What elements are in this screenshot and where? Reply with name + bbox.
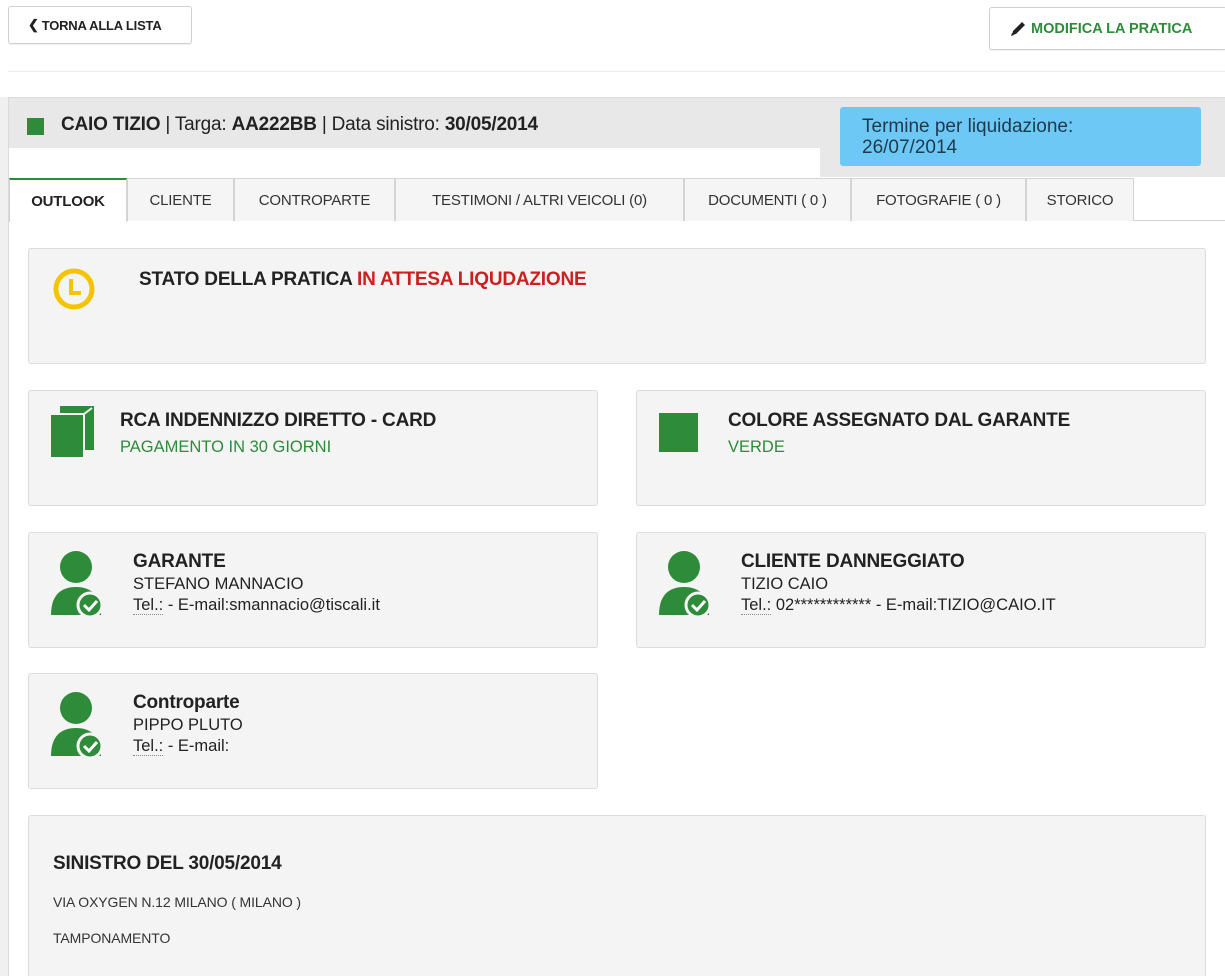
- color-indicator-icon: [27, 118, 44, 135]
- tab-cliente[interactable]: CLIENTE: [127, 178, 234, 221]
- rca-body: RCA INDENNIZZO DIRETTO - CARD PAGAMENTO …: [120, 410, 436, 457]
- user-check-icon: [659, 551, 712, 619]
- deadline-date: 26/07/2014: [862, 137, 958, 158]
- counterparty-card: Controparte PIPPO PLUTO Tel.: - E-mail:: [28, 673, 598, 789]
- back-to-list-label: TORNA ALLA LISTA: [41, 17, 162, 33]
- settlement-deadline-box: Termine per liquidazione: 26/07/2014: [840, 107, 1201, 166]
- tab-bar: OUTLOOK CLIENTE CONTROPARTE TESTIMONI / …: [9, 178, 1225, 222]
- tab-testimoni[interactable]: TESTIMONI / ALTRI VEICOLI (0): [395, 178, 684, 221]
- status-value: IN ATTESA LIQUDAZIONE: [357, 269, 587, 290]
- user-check-icon: [51, 551, 104, 619]
- client-name: TIZIO CAIO: [741, 575, 829, 593]
- deadline-label: Termine per liquidazione:: [862, 116, 1074, 137]
- client-body: CLIENTE DANNEGGIATO TIZIO CAIO Tel.: 02*…: [741, 551, 1056, 615]
- back-to-list-button[interactable]: ❮ TORNA ALLA LISTA: [8, 6, 192, 44]
- square-icon: [659, 413, 698, 452]
- counterparty-name: PIPPO PLUTO: [133, 716, 243, 734]
- damaged-client-card: CLIENTE DANNEGGIATO TIZIO CAIO Tel.: 02*…: [636, 532, 1206, 648]
- accident-address: VIA OXYGEN N.12 MILANO ( MILANO ): [53, 894, 301, 910]
- clock-icon: [53, 268, 95, 310]
- tab-controparte[interactable]: CONTROPARTE: [234, 178, 395, 221]
- guarantor-contact-details: - E-mail:smannacio@tiscali.it: [163, 596, 380, 614]
- guarantor-contact: Tel.: - E-mail:smannacio@tiscali.it: [133, 596, 380, 615]
- accident-type: TAMPONAMENTO: [53, 930, 171, 946]
- claim-summary: CAIO TIZIO | Targa: AA222BB | Data sinis…: [61, 114, 538, 136]
- claim-status-text: STATO DELLA PRATICA IN ATTESA LIQUDAZION…: [139, 269, 587, 291]
- tel-label: Tel.:: [133, 737, 164, 756]
- rca-card: RCA INDENNIZZO DIRETTO - CARD PAGAMENTO …: [28, 390, 598, 506]
- date-label: | Data sinistro:: [316, 114, 445, 135]
- accident-card: SINISTRO DEL 30/05/2014 VIA OXYGEN N.12 …: [28, 815, 1206, 976]
- toolbar-divider: [8, 71, 1225, 72]
- counterparty-title: Controparte: [133, 692, 240, 713]
- edit-claim-label: MODIFICA LA PRATICA: [1031, 20, 1193, 37]
- tel-label: Tel.:: [741, 596, 772, 615]
- rca-subtitle: PAGAMENTO IN 30 GIORNI: [120, 438, 332, 456]
- header-strip: [9, 148, 820, 177]
- tab-fotografie[interactable]: FOTOGRAFIE ( 0 ): [851, 178, 1026, 221]
- tel-label: Tel.:: [133, 596, 164, 615]
- accident-title: SINISTRO DEL 30/05/2014: [53, 853, 282, 874]
- client-contact: Tel.: 02************ - E-mail:TIZIO@CAIO…: [741, 596, 1056, 615]
- client-contact-details: 02************ - E-mail:TIZIO@CAIO.IT: [771, 596, 1056, 614]
- color-value: VERDE: [728, 438, 785, 456]
- guarantor-body: GARANTE STEFANO MANNACIO Tel.: - E-mail:…: [133, 551, 380, 615]
- color-title: COLORE ASSEGNATO DAL GARANTE: [728, 410, 1071, 431]
- tab-documenti[interactable]: DOCUMENTI ( 0 ): [684, 178, 851, 221]
- user-check-icon: [51, 692, 104, 760]
- guarantor-title: GARANTE: [133, 551, 226, 572]
- edit-claim-button[interactable]: MODIFICA LA PRATICA: [989, 7, 1225, 50]
- rca-title: RCA INDENNIZZO DIRETTO - CARD: [120, 410, 437, 431]
- tab-outlook[interactable]: OUTLOOK: [9, 178, 127, 222]
- claim-status-card: STATO DELLA PRATICA IN ATTESA LIQUDAZION…: [28, 248, 1206, 364]
- guarantor-name: STEFANO MANNACIO: [133, 575, 304, 593]
- plate-value: AA222BB: [231, 114, 317, 135]
- chevron-left-icon: ❮: [28, 17, 39, 32]
- plate-label: | Targa:: [160, 114, 232, 135]
- book-icon: [49, 406, 94, 459]
- counterparty-contact-details: - E-mail:: [163, 737, 230, 755]
- color-body: COLORE ASSEGNATO DAL GARANTE VERDE: [728, 410, 1070, 457]
- counterparty-contact: Tel.: - E-mail:: [133, 737, 243, 756]
- tab-storico[interactable]: STORICO: [1026, 178, 1134, 221]
- status-label: STATO DELLA PRATICA: [139, 269, 352, 290]
- pencil-icon: [1011, 21, 1025, 36]
- assigned-color-card: COLORE ASSEGNATO DAL GARANTE VERDE: [636, 390, 1206, 506]
- guarantor-card: GARANTE STEFANO MANNACIO Tel.: - E-mail:…: [28, 532, 598, 648]
- claim-date: 30/05/2014: [444, 114, 538, 135]
- left-border: [0, 97, 9, 976]
- customer-name: CAIO TIZIO: [61, 114, 161, 135]
- client-title: CLIENTE DANNEGGIATO: [741, 551, 965, 572]
- counterparty-body: Controparte PIPPO PLUTO Tel.: - E-mail:: [133, 692, 243, 756]
